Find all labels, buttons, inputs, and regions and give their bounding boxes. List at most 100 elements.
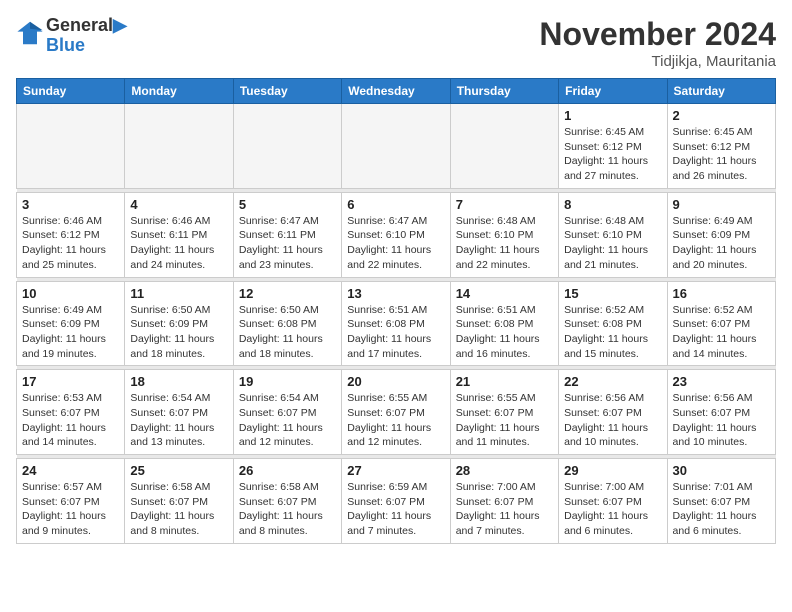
calendar-week-3: 10 Sunrise: 6:49 AMSunset: 6:09 PMDayligh…	[17, 281, 776, 366]
day-number: 23	[673, 374, 770, 389]
calendar-week-5: 24Sunrise: 6:57 AMSunset: 6:07 PMDayligh…	[17, 459, 776, 544]
calendar-cell: 11 Sunrise: 6:50 AMSunset: 6:09 PMDayligh…	[125, 281, 233, 366]
calendar-cell: 19 Sunrise: 6:54 AMSunset: 6:07 PMDayligh…	[233, 370, 341, 455]
day-info: Sunrise: 6:51 AMSunset: 6:08 PMDaylight:…	[347, 303, 444, 362]
calendar-week-1: 1 Sunrise: 6:45 AMSunset: 6:12 PMDaylight…	[17, 104, 776, 189]
day-number: 13	[347, 286, 444, 301]
day-number: 12	[239, 286, 336, 301]
calendar-cell: 14 Sunrise: 6:51 AMSunset: 6:08 PMDayligh…	[450, 281, 558, 366]
calendar-cell	[342, 104, 450, 189]
calendar-week-2: 3Sunrise: 6:46 AMSunset: 6:12 PMDaylight…	[17, 192, 776, 277]
calendar-cell	[17, 104, 125, 189]
calendar-cell: 18 Sunrise: 6:54 AMSunset: 6:07 PMDayligh…	[125, 370, 233, 455]
day-number: 4	[130, 197, 227, 212]
calendar-cell: 7Sunrise: 6:48 AMSunset: 6:10 PMDaylight…	[450, 192, 558, 277]
day-number: 9	[673, 197, 770, 212]
day-number: 5	[239, 197, 336, 212]
day-info: Sunrise: 7:00 AMSunset: 6:07 PMDaylight:…	[564, 480, 661, 539]
day-number: 26	[239, 463, 336, 478]
calendar-cell: 25 Sunrise: 6:58 AMSunset: 6:07 PMDayligh…	[125, 459, 233, 544]
day-number: 18	[130, 374, 227, 389]
day-number: 6	[347, 197, 444, 212]
calendar-cell: 9 Sunrise: 6:49 AMSunset: 6:09 PMDaylight…	[667, 192, 775, 277]
logo-icon	[16, 19, 44, 47]
location: Tidjikja, Mauritania	[539, 53, 776, 70]
day-number: 7	[456, 197, 553, 212]
day-info: Sunrise: 6:49 AMSunset: 6:09 PMDaylight:…	[22, 303, 119, 362]
page-header: General▶ Blue November 2024 Tidjikja, Ma…	[16, 16, 776, 70]
day-number: 14	[456, 286, 553, 301]
day-number: 27	[347, 463, 444, 478]
day-info: Sunrise: 6:48 AMSunset: 6:10 PMDaylight:…	[564, 214, 661, 273]
day-info: Sunrise: 6:45 AMSunset: 6:12 PMDaylight:…	[673, 125, 770, 184]
calendar-cell: 28Sunrise: 7:00 AMSunset: 6:07 PMDayligh…	[450, 459, 558, 544]
day-info: Sunrise: 6:45 AMSunset: 6:12 PMDaylight:…	[564, 125, 661, 184]
day-number: 1	[564, 108, 661, 123]
calendar-cell: 4 Sunrise: 6:46 AMSunset: 6:11 PMDaylight…	[125, 192, 233, 277]
day-number: 25	[130, 463, 227, 478]
day-info: Sunrise: 6:53 AMSunset: 6:07 PMDaylight:…	[22, 391, 119, 450]
day-info: Sunrise: 6:54 AMSunset: 6:07 PMDaylight:…	[239, 391, 336, 450]
title-area: November 2024 Tidjikja, Mauritania	[539, 16, 776, 70]
day-info: Sunrise: 6:50 AMSunset: 6:08 PMDaylight:…	[239, 303, 336, 362]
day-number: 3	[22, 197, 119, 212]
day-number: 30	[673, 463, 770, 478]
calendar-cell	[125, 104, 233, 189]
calendar-cell: 27 Sunrise: 6:59 AMSunset: 6:07 PMDayligh…	[342, 459, 450, 544]
day-info: Sunrise: 6:46 AMSunset: 6:11 PMDaylight:…	[130, 214, 227, 273]
day-info: Sunrise: 6:56 AMSunset: 6:07 PMDaylight:…	[673, 391, 770, 450]
day-info: Sunrise: 6:54 AMSunset: 6:07 PMDaylight:…	[130, 391, 227, 450]
day-number: 15	[564, 286, 661, 301]
day-number: 10	[22, 286, 119, 301]
day-number: 29	[564, 463, 661, 478]
weekday-header-monday: Monday	[125, 79, 233, 104]
day-info: Sunrise: 6:58 AMSunset: 6:07 PMDaylight:…	[130, 480, 227, 539]
day-info: Sunrise: 6:50 AMSunset: 6:09 PMDaylight:…	[130, 303, 227, 362]
day-number: 8	[564, 197, 661, 212]
day-info: Sunrise: 6:51 AMSunset: 6:08 PMDaylight:…	[456, 303, 553, 362]
weekday-header-row: SundayMondayTuesdayWednesdayThursdayFrid…	[17, 79, 776, 104]
day-number: 28	[456, 463, 553, 478]
calendar-cell: 15 Sunrise: 6:52 AMSunset: 6:08 PMDayligh…	[559, 281, 667, 366]
calendar-cell: 13 Sunrise: 6:51 AMSunset: 6:08 PMDayligh…	[342, 281, 450, 366]
day-info: Sunrise: 6:52 AMSunset: 6:08 PMDaylight:…	[564, 303, 661, 362]
calendar-cell: 22 Sunrise: 6:56 AMSunset: 6:07 PMDayligh…	[559, 370, 667, 455]
calendar-cell: 5 Sunrise: 6:47 AMSunset: 6:11 PMDaylight…	[233, 192, 341, 277]
weekday-header-friday: Friday	[559, 79, 667, 104]
logo-text: General▶ Blue	[46, 16, 127, 56]
day-number: 21	[456, 374, 553, 389]
day-info: Sunrise: 6:59 AMSunset: 6:07 PMDaylight:…	[347, 480, 444, 539]
calendar-cell: 21 Sunrise: 6:55 AMSunset: 6:07 PMDayligh…	[450, 370, 558, 455]
day-info: Sunrise: 6:55 AMSunset: 6:07 PMDaylight:…	[456, 391, 553, 450]
day-number: 19	[239, 374, 336, 389]
day-info: Sunrise: 6:56 AMSunset: 6:07 PMDaylight:…	[564, 391, 661, 450]
calendar-cell: 24Sunrise: 6:57 AMSunset: 6:07 PMDayligh…	[17, 459, 125, 544]
day-info: Sunrise: 6:47 AMSunset: 6:11 PMDaylight:…	[239, 214, 336, 273]
day-info: Sunrise: 6:52 AMSunset: 6:07 PMDaylight:…	[673, 303, 770, 362]
calendar-cell: 26Sunrise: 6:58 AMSunset: 6:07 PMDayligh…	[233, 459, 341, 544]
calendar-cell: 6 Sunrise: 6:47 AMSunset: 6:10 PMDaylight…	[342, 192, 450, 277]
weekday-header-thursday: Thursday	[450, 79, 558, 104]
calendar-cell: 17Sunrise: 6:53 AMSunset: 6:07 PMDayligh…	[17, 370, 125, 455]
day-info: Sunrise: 7:01 AMSunset: 6:07 PMDaylight:…	[673, 480, 770, 539]
calendar-cell: 23 Sunrise: 6:56 AMSunset: 6:07 PMDayligh…	[667, 370, 775, 455]
weekday-header-tuesday: Tuesday	[233, 79, 341, 104]
weekday-header-saturday: Saturday	[667, 79, 775, 104]
calendar-cell: 30 Sunrise: 7:01 AMSunset: 6:07 PMDayligh…	[667, 459, 775, 544]
day-number: 22	[564, 374, 661, 389]
day-number: 24	[22, 463, 119, 478]
calendar-cell: 29 Sunrise: 7:00 AMSunset: 6:07 PMDayligh…	[559, 459, 667, 544]
calendar-table: SundayMondayTuesdayWednesdayThursdayFrid…	[16, 78, 776, 544]
weekday-header-wednesday: Wednesday	[342, 79, 450, 104]
calendar-cell: 20Sunrise: 6:55 AMSunset: 6:07 PMDayligh…	[342, 370, 450, 455]
calendar-cell: 12 Sunrise: 6:50 AMSunset: 6:08 PMDayligh…	[233, 281, 341, 366]
day-info: Sunrise: 6:55 AMSunset: 6:07 PMDaylight:…	[347, 391, 444, 450]
day-number: 11	[130, 286, 227, 301]
calendar-week-4: 17Sunrise: 6:53 AMSunset: 6:07 PMDayligh…	[17, 370, 776, 455]
calendar-cell	[233, 104, 341, 189]
month-title: November 2024	[539, 16, 776, 53]
calendar-cell	[450, 104, 558, 189]
day-info: Sunrise: 6:47 AMSunset: 6:10 PMDaylight:…	[347, 214, 444, 273]
day-info: Sunrise: 6:49 AMSunset: 6:09 PMDaylight:…	[673, 214, 770, 273]
calendar-cell: 3Sunrise: 6:46 AMSunset: 6:12 PMDaylight…	[17, 192, 125, 277]
